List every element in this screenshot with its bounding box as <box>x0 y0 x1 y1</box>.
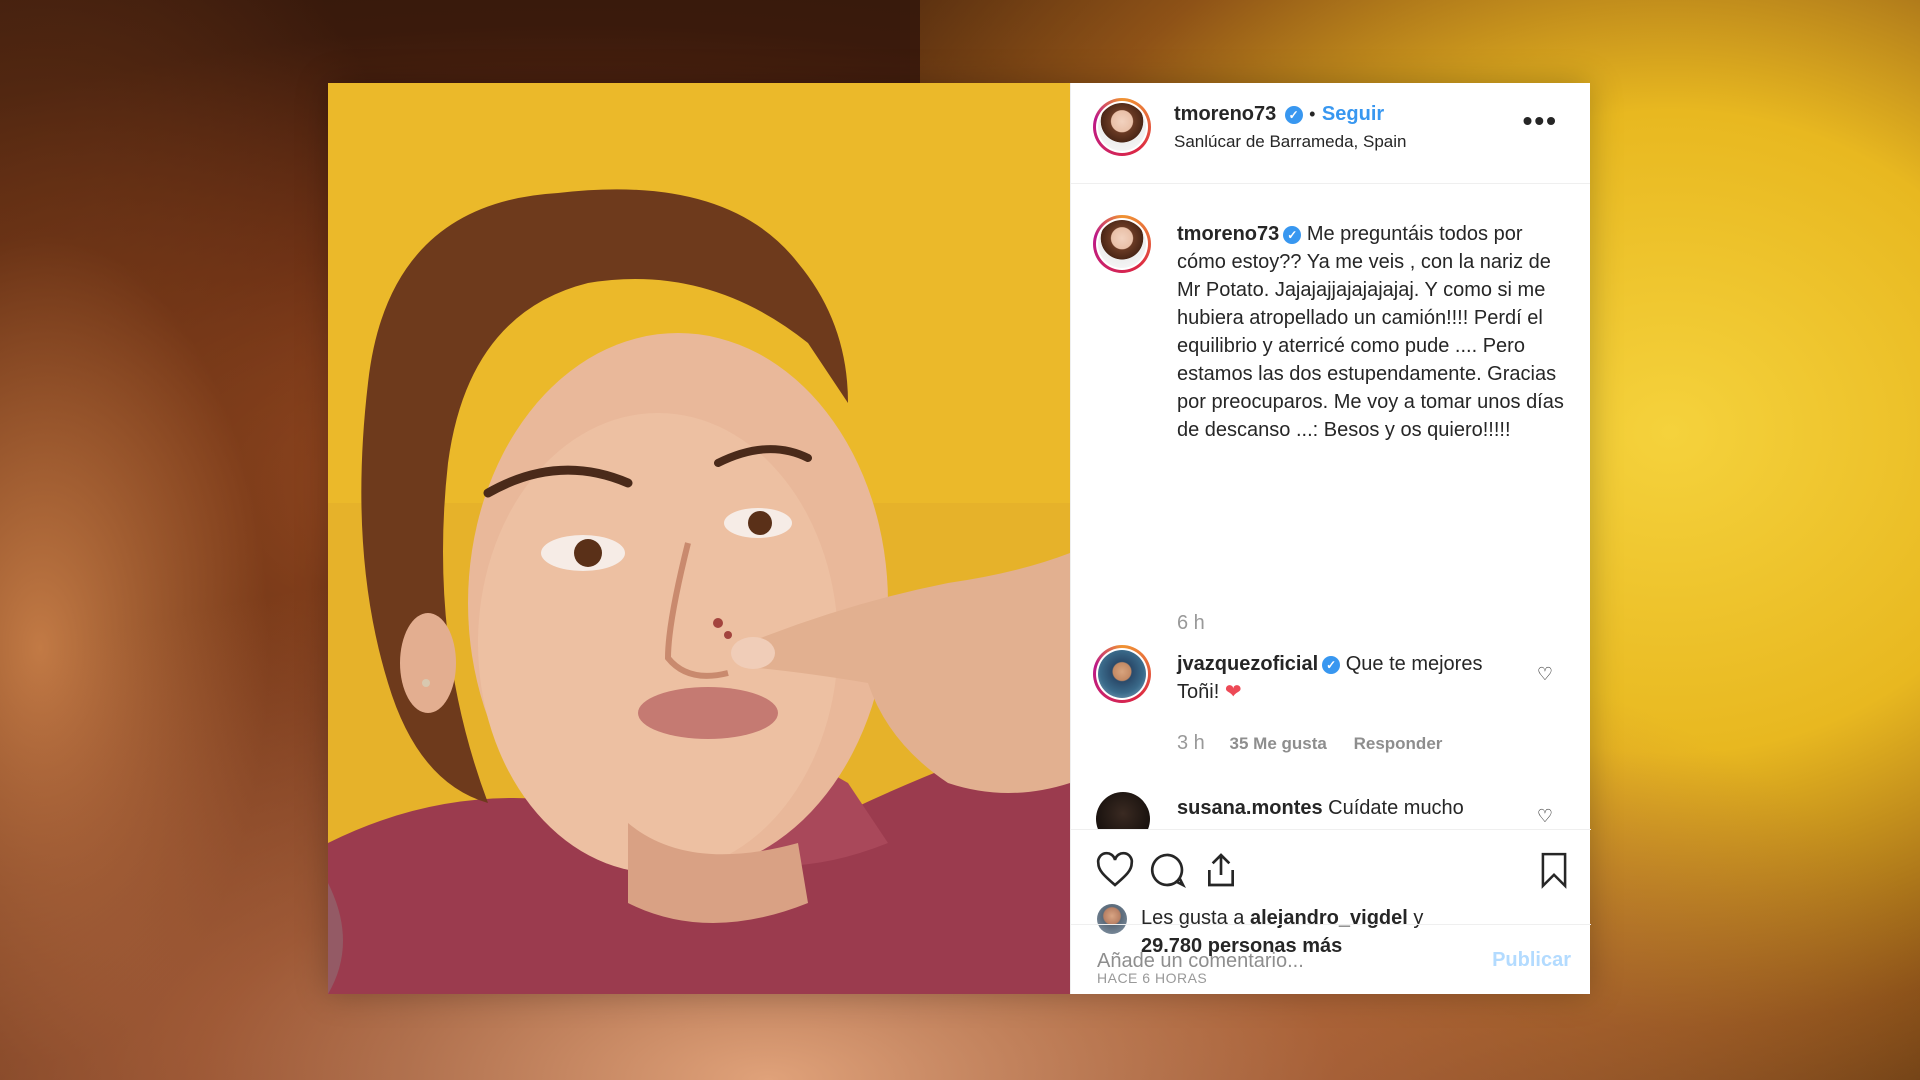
comment-avatar[interactable] <box>1096 792 1150 829</box>
caption-time[interactable]: 6 h <box>1177 612 1205 635</box>
share-icon[interactable] <box>1201 850 1241 890</box>
comment-text: Cuídate mucho <box>1328 797 1464 819</box>
add-comment-bar: Publicar <box>1071 924 1591 994</box>
caption-username[interactable]: tmoreno73 <box>1177 223 1279 245</box>
comment-item: susana.montes Cuídate mucho <box>1177 794 1517 822</box>
caption-text: Me preguntáis todos por cómo estoy?? Ya … <box>1177 223 1564 441</box>
comment-like-heart-icon[interactable]: ♡ <box>1537 806 1553 827</box>
verified-badge-icon: ✓ <box>1322 656 1341 674</box>
author-avatar[interactable] <box>1093 98 1151 156</box>
author-username[interactable]: tmoreno73 <box>1174 103 1276 125</box>
more-options-icon[interactable]: ••• <box>1523 105 1558 137</box>
comment-username[interactable]: susana.montes <box>1177 797 1323 819</box>
post-header: tmoreno73 ✓ • Seguir Sanlúcar de Barrame… <box>1071 83 1590 184</box>
caption-avatar[interactable] <box>1093 215 1151 273</box>
bookmark-icon[interactable] <box>1535 850 1573 890</box>
heart-icon[interactable] <box>1095 850 1135 890</box>
post-location[interactable]: Sanlúcar de Barrameda, Spain <box>1174 132 1406 152</box>
red-heart-emoji: ❤ <box>1224 681 1242 703</box>
instagram-post: tmoreno73 ✓ • Seguir Sanlúcar de Barrame… <box>328 83 1591 994</box>
comment-time[interactable]: 3 h <box>1177 732 1205 754</box>
post-photo[interactable] <box>328 83 1070 994</box>
comment-item: jvazquezoficial ✓ Que te mejores Toñi! ❤ <box>1177 650 1517 706</box>
comment-like-heart-icon[interactable]: ♡ <box>1537 664 1553 685</box>
verified-badge-icon: ✓ <box>1283 226 1302 244</box>
caption: tmoreno73 ✓ Me preguntáis todos por cómo … <box>1177 220 1567 444</box>
comments-section[interactable]: tmoreno73 ✓ Me preguntáis todos por cómo … <box>1071 184 1591 830</box>
post-sidebar: tmoreno73 ✓ • Seguir Sanlúcar de Barrame… <box>1070 83 1591 994</box>
reply-button[interactable]: Responder <box>1354 734 1443 753</box>
selfie-illustration <box>328 83 1070 994</box>
follow-button[interactable]: Seguir <box>1322 103 1384 125</box>
comment-input[interactable] <box>1095 943 1459 979</box>
comment-username[interactable]: jvazquezoficial <box>1177 653 1318 675</box>
verified-badge-icon: ✓ <box>1284 106 1303 124</box>
comment-likes[interactable]: 35 Me gusta <box>1230 734 1327 753</box>
publish-button[interactable]: Publicar <box>1492 949 1571 972</box>
separator-dot: • <box>1309 104 1316 124</box>
comment-avatar[interactable] <box>1093 645 1151 703</box>
comment-meta: 3 h 35 Me gusta Responder <box>1177 732 1442 755</box>
comment-icon[interactable] <box>1148 850 1188 890</box>
